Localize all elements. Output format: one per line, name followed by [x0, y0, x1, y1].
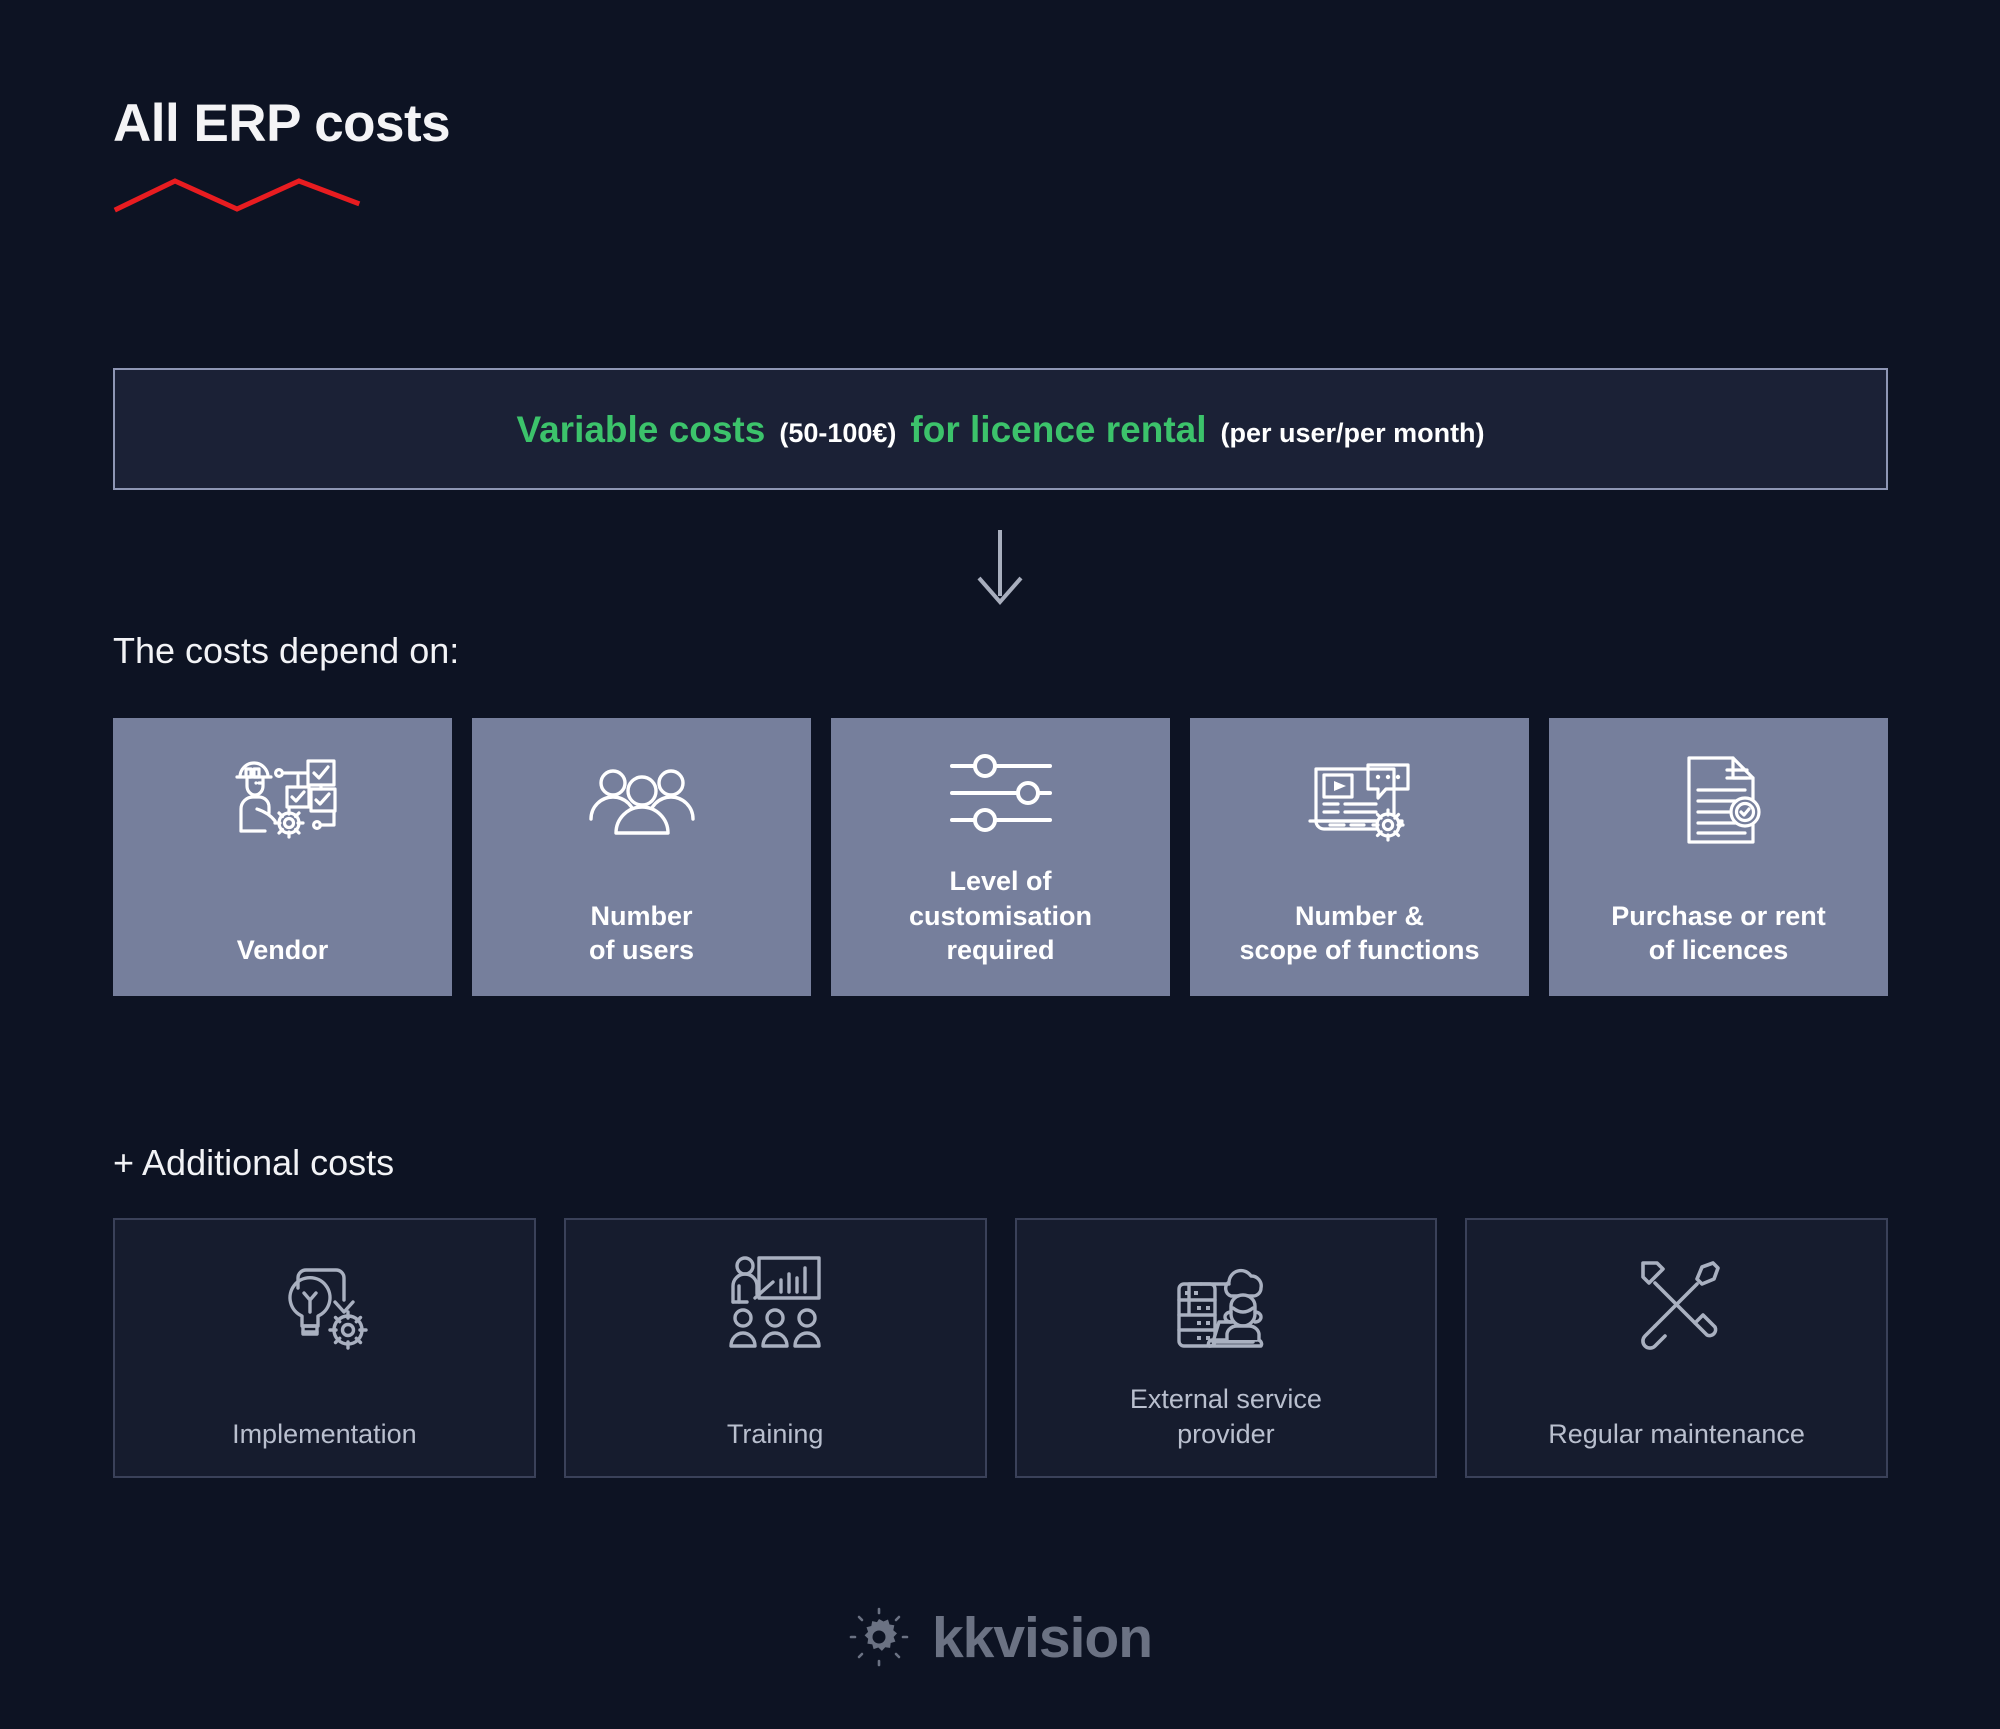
- variable-costs-banner: Variable costs (50-100€) for licence renta…: [113, 368, 1888, 490]
- add-card-label: Training: [726, 1418, 824, 1449]
- add-card-regular-maintenance[interactable]: Regular maintenance: [1465, 1218, 1888, 1478]
- media-settings-icon: [1304, 744, 1416, 856]
- lightbulb-gear-icon: [270, 1246, 378, 1358]
- banner-licence-rental: for licence rental: [910, 408, 1207, 450]
- banner-per-user: (per user/per month): [1220, 417, 1485, 448]
- card-number-scope-of-functions[interactable]: Number & scope of functions: [1190, 718, 1529, 996]
- card-label: Number & scope of functions: [1239, 900, 1480, 966]
- users-group-icon: [583, 744, 701, 856]
- add-card-implementation[interactable]: Implementation: [113, 1218, 536, 1478]
- sliders-icon: [946, 744, 1056, 856]
- depends-on-label: The costs depend on:: [113, 630, 460, 671]
- card-vendor[interactable]: Vendor: [113, 718, 452, 996]
- server-cloud-support-icon: [1173, 1246, 1279, 1358]
- banner-range: (50-100€): [779, 417, 897, 448]
- add-card-label: Regular maintenance: [1548, 1418, 1805, 1449]
- card-purchase-or-rent-of-licences[interactable]: Purchase or rent of licences: [1549, 718, 1888, 996]
- banner-variable-costs: Variable costs: [516, 408, 766, 450]
- add-card-label: External service provider: [1129, 1383, 1322, 1449]
- add-card-label: Implementation: [232, 1418, 417, 1449]
- page-title: All ERP costs: [113, 94, 451, 153]
- down-arrow-icon: [977, 530, 1023, 606]
- cost-factor-cards: Vendor Number of users Level of customis…: [113, 718, 1888, 996]
- additional-costs-label: + Additional costs: [113, 1142, 395, 1183]
- card-label: Number of users: [588, 900, 695, 966]
- card-label: Purchase or rent of licences: [1611, 900, 1826, 966]
- add-card-training[interactable]: Training: [563, 1218, 987, 1478]
- kkvision-wordmark: kkvision: [931, 1606, 1153, 1670]
- zigzag-accent-icon: [113, 178, 361, 213]
- kkvision-gear-logo-icon: [849, 1607, 909, 1667]
- certified-document-icon: [1667, 744, 1771, 856]
- add-card-external-service-provider[interactable]: External service provider: [1014, 1218, 1438, 1478]
- engineer-workflow-icon: [223, 744, 343, 856]
- card-number-of-users[interactable]: Number of users: [472, 718, 811, 996]
- banner-text: Variable costs (50-100€) for licence renta…: [516, 411, 1484, 448]
- wrench-screwdriver-icon: [1627, 1246, 1727, 1358]
- card-level-of-customisation[interactable]: Level of customisation required: [831, 718, 1170, 996]
- additional-cost-cards: Implementation Training External service…: [113, 1218, 1888, 1478]
- infographic-page: All ERP costs Variable costs (50-100€) for…: [0, 0, 2000, 1729]
- presentation-training-icon: [723, 1246, 827, 1358]
- card-label: Level of customisation required: [908, 866, 1093, 966]
- header: All ERP costs: [113, 94, 1313, 215]
- card-label: Vendor: [236, 935, 329, 966]
- footer: kkvision: [0, 1605, 2000, 1671]
